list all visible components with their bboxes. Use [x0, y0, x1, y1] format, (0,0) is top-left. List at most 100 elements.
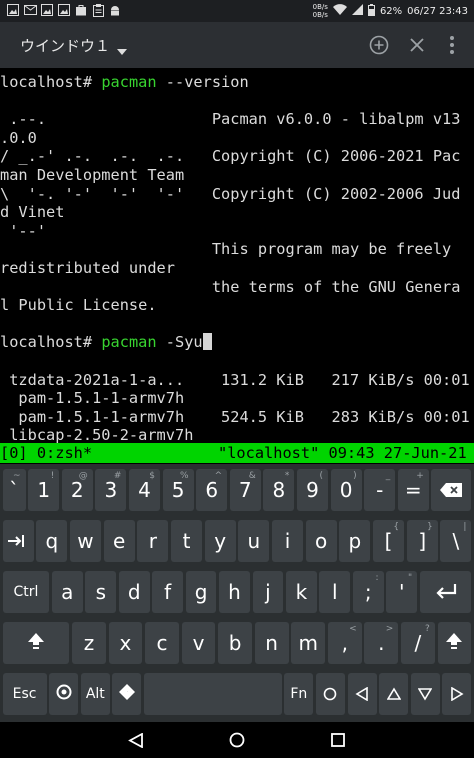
window-title[interactable]: ウインドウ１ — [20, 35, 110, 56]
tmux-window-list: [0] 0:zsh* — [0, 444, 93, 462]
key-symbol[interactable]: :; — [352, 571, 384, 613]
key-y[interactable]: y — [204, 520, 236, 562]
key-symbol[interactable]: <, — [327, 622, 362, 664]
diamond-key[interactable] — [112, 673, 142, 715]
arrow-down-icon — [417, 682, 433, 706]
key-label: i — [284, 529, 291, 553]
key-n[interactable]: n — [254, 622, 289, 664]
key-q[interactable]: q — [36, 520, 68, 562]
key-alt-char: ( — [319, 471, 323, 481]
key-symbol[interactable]: + = — [397, 469, 429, 511]
arrow-left-key[interactable] — [347, 673, 377, 715]
key-l[interactable]: l — [319, 571, 351, 613]
key-alt-char: < — [349, 624, 357, 634]
key-f[interactable]: f — [152, 571, 183, 613]
key-alt-char: > — [385, 624, 394, 634]
space-key[interactable] — [144, 673, 282, 715]
diamond-icon — [118, 682, 136, 706]
circle-key[interactable] — [315, 673, 345, 715]
key-5[interactable]: % 5 — [162, 469, 194, 511]
close-window-button[interactable] — [405, 33, 429, 57]
key-label: p — [348, 529, 362, 553]
key-v[interactable]: v — [181, 622, 216, 664]
key-symbol[interactable]: >. — [364, 622, 399, 664]
key-e[interactable]: e — [103, 520, 135, 562]
key-alt-char: % — [180, 471, 189, 481]
ctrl-key[interactable]: Ctrl — [2, 571, 50, 613]
key-j[interactable]: j — [252, 571, 284, 613]
key-g[interactable]: g — [185, 571, 217, 613]
backspace-key[interactable] — [431, 469, 472, 511]
key-s[interactable]: s — [85, 571, 117, 613]
key-b[interactable]: b — [218, 622, 253, 664]
shift-key[interactable] — [2, 622, 70, 664]
key-label: Fn — [290, 686, 308, 702]
key-3[interactable]: #3 — [95, 469, 127, 511]
settings-key[interactable] — [49, 673, 79, 715]
key-9[interactable]: (9 — [297, 469, 328, 511]
key-8[interactable]: * 8 — [263, 469, 295, 511]
key-symbol[interactable]: ? / — [400, 622, 435, 664]
key-2[interactable]: @2 — [61, 469, 93, 511]
key-6[interactable]: ^ 6 — [196, 469, 228, 511]
alt-key[interactable]: Alt — [80, 673, 110, 715]
key-symbol[interactable]: ~ ` — [2, 469, 26, 511]
key-symbol[interactable]: _ - — [364, 469, 396, 511]
key-w[interactable]: w — [69, 520, 101, 562]
key-7[interactable]: & 7 — [229, 469, 261, 511]
key-t[interactable]: t — [171, 520, 203, 562]
back-button[interactable] — [124, 729, 148, 751]
key-symbol[interactable]: | \ — [440, 520, 472, 562]
key-z[interactable]: z — [72, 622, 106, 664]
key-label: 3 — [104, 478, 118, 502]
overflow-menu-button[interactable] — [440, 33, 464, 57]
key-label: y — [214, 529, 227, 553]
key-label: z — [83, 631, 95, 655]
key-r[interactable]: r — [137, 520, 169, 562]
image-icon — [6, 3, 20, 17]
key-p[interactable]: p — [339, 520, 371, 562]
tab-key[interactable] — [2, 520, 34, 562]
arrow-right-key[interactable] — [442, 673, 472, 715]
chevron-down-icon[interactable] — [117, 40, 127, 59]
command-name: pacman — [101, 73, 157, 91]
key-x[interactable]: x — [108, 622, 143, 664]
shift-key[interactable] — [437, 622, 472, 664]
arrow-down-key[interactable] — [410, 673, 440, 715]
key-c[interactable]: c — [145, 622, 179, 664]
terminal-line: d Vinet — [0, 203, 64, 222]
home-button[interactable] — [225, 729, 249, 751]
terminal-text: the terms of the GNU Genera — [0, 277, 461, 296]
enter-key[interactable] — [419, 571, 472, 613]
key-symbol[interactable]: " ' — [386, 571, 418, 613]
key-0[interactable]: ) 0 — [330, 469, 362, 511]
key-o[interactable]: o — [305, 520, 337, 562]
fn-key[interactable]: Fn — [284, 673, 314, 715]
terminal-line: '--' — [0, 222, 46, 241]
key-d[interactable]: d — [118, 571, 150, 613]
key-a[interactable]: a — [51, 571, 83, 613]
key-4[interactable]: $4 — [129, 469, 160, 511]
recents-button[interactable] — [326, 729, 350, 751]
speed-down: 0B/s — [312, 11, 328, 19]
terminal-line: .0.0 — [0, 129, 37, 148]
key-k[interactable]: k — [286, 571, 317, 613]
key-symbol[interactable]: }] — [406, 520, 438, 562]
key-m[interactable]: m — [291, 622, 326, 664]
key-i[interactable]: i — [272, 520, 304, 562]
key-u[interactable]: u — [238, 520, 270, 562]
esc-key[interactable]: Esc — [2, 673, 47, 715]
image-icon — [40, 3, 54, 17]
key-h[interactable]: h — [219, 571, 250, 613]
terminal-output[interactable]: localhost# pacman --version .--. Pacman … — [0, 68, 474, 443]
key-label: b — [228, 631, 242, 655]
key-symbol[interactable]: {[ — [373, 520, 405, 562]
arrow-up-key[interactable] — [379, 673, 409, 715]
key-alt-char: { — [393, 522, 400, 532]
terminal-line: \ '-. '-' '-' '-' Copyright (C) 2002-200… — [0, 185, 460, 204]
add-window-button[interactable] — [367, 33, 391, 57]
key-alt-char: _ — [385, 471, 391, 481]
key-1[interactable]: ! 1 — [28, 469, 60, 511]
key-label: h — [228, 580, 241, 604]
key-label: , — [341, 631, 348, 655]
